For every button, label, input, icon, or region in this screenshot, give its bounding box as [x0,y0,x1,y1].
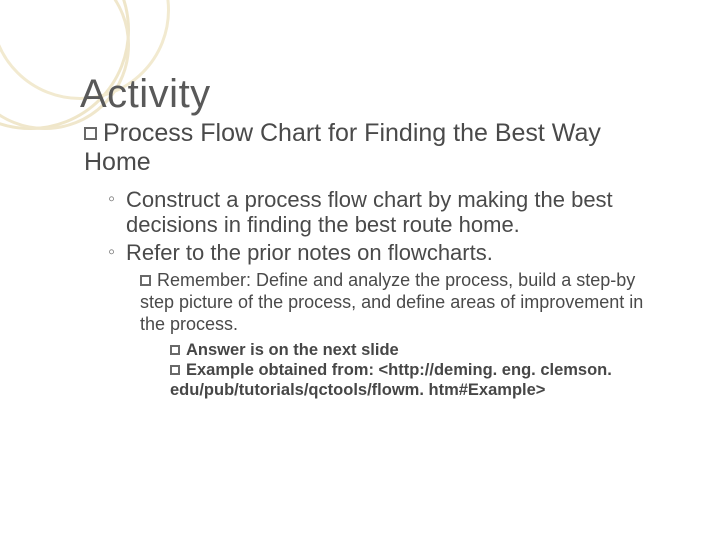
slide-title: Activity [80,72,660,117]
level2-list: ◦ Construct a process flow chart by maki… [108,187,660,267]
level4-item: Example obtained from: <http://deming. e… [170,361,660,401]
slide-body: Activity Process Flow Chart for Finding … [80,72,660,401]
level3-item: Remember: Define and analyze the process… [140,270,660,335]
level3-text: Remember: Define and analyze the process… [140,270,643,333]
level1-item: Process Flow Chart for Finding the Best … [84,119,660,177]
level4-text: Answer is on the next slide [186,341,399,359]
level2-text: Construct a process flow chart by making… [126,187,660,239]
square-bullet-icon [140,275,151,286]
level2-item: ◦ Construct a process flow chart by maki… [108,187,660,239]
level2-text: Refer to the prior notes on flowcharts. [126,240,660,266]
level1-text: Process Flow Chart for Finding the Best … [84,119,601,176]
level4-text: Example obtained from: <http://deming. e… [170,361,612,399]
level4-list: Answer is on the next slide Example obta… [170,341,660,400]
level2-item: ◦ Refer to the prior notes on flowcharts… [108,240,660,266]
square-bullet-icon [84,127,97,140]
square-bullet-icon [170,345,180,355]
level4-item: Answer is on the next slide [170,341,660,361]
angle-bullet-icon: ◦ [108,240,126,266]
angle-bullet-icon: ◦ [108,187,126,239]
square-bullet-icon [170,365,180,375]
